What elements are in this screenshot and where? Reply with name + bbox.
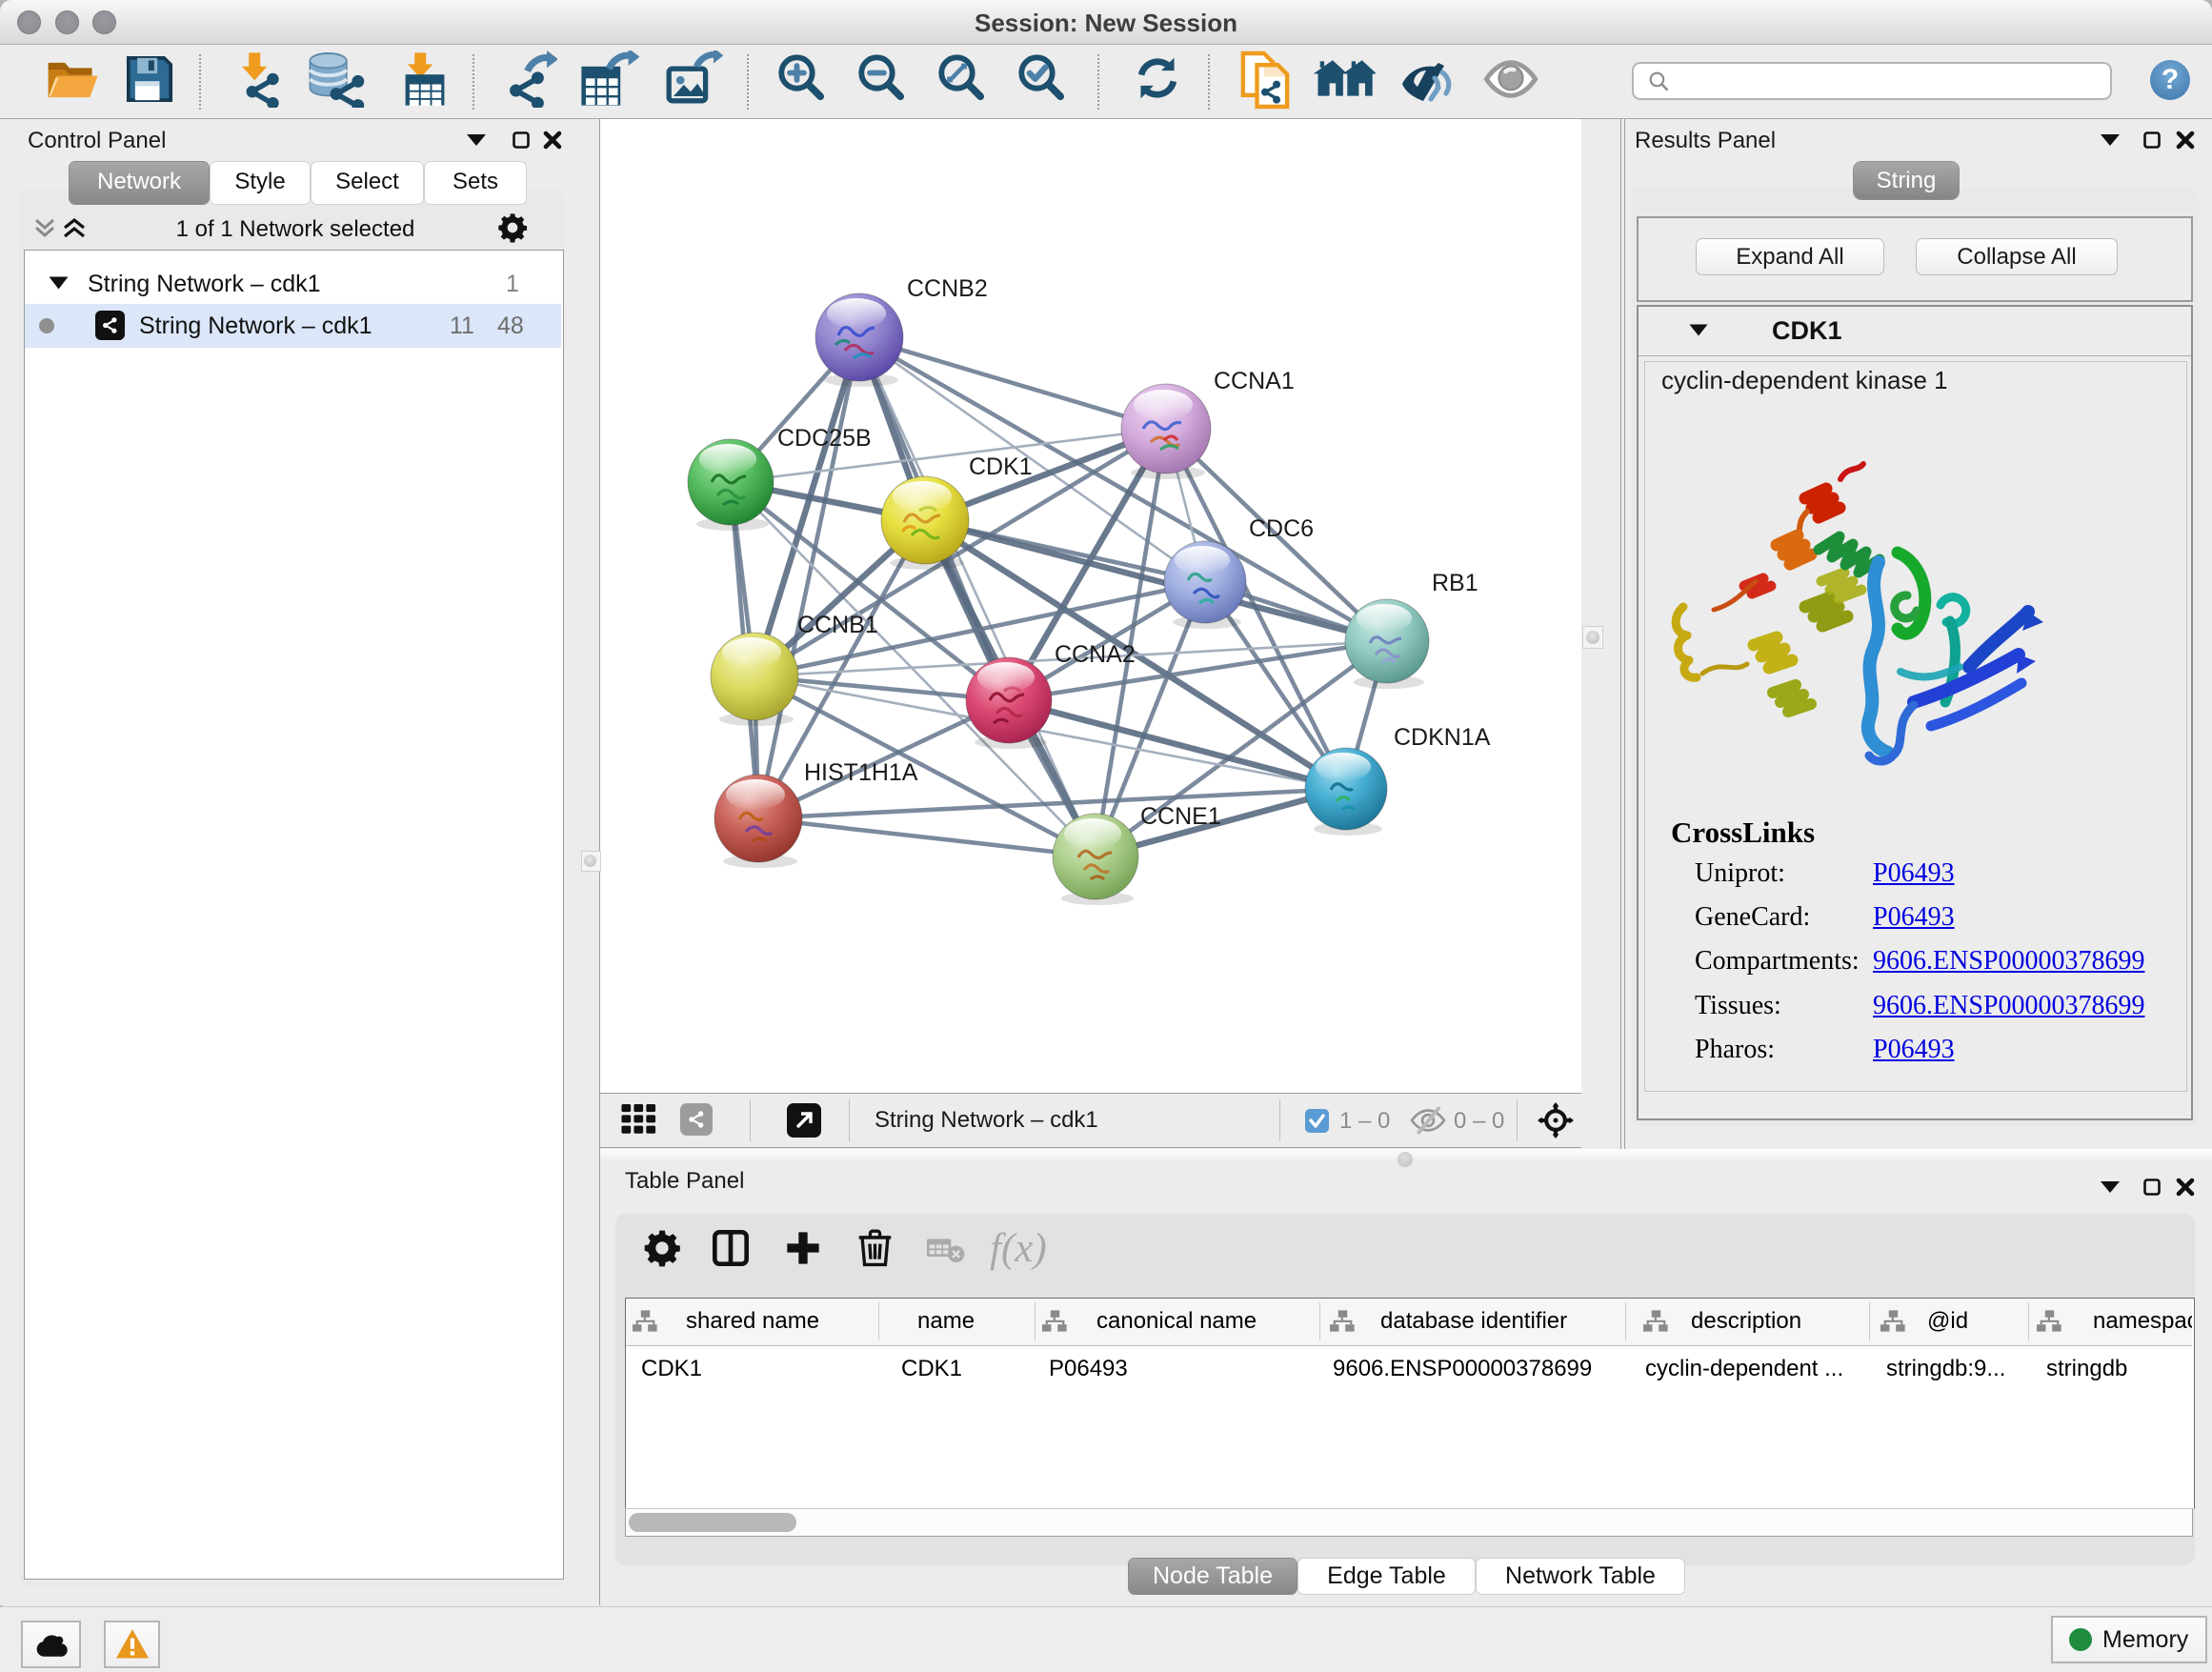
svg-text:CCNA1: CCNA1 xyxy=(1214,368,1295,394)
svg-text:CCNB1: CCNB1 xyxy=(797,612,878,638)
svg-text:HIST1H1A: HIST1H1A xyxy=(804,759,918,786)
svg-text:CDC25B: CDC25B xyxy=(777,425,872,452)
svg-text:CCNA2: CCNA2 xyxy=(1055,641,1136,668)
svg-text:CCNE1: CCNE1 xyxy=(1140,803,1221,830)
svg-text:CDC6: CDC6 xyxy=(1249,515,1314,542)
svg-text:RB1: RB1 xyxy=(1432,570,1478,596)
svg-text:CDK1: CDK1 xyxy=(969,453,1033,480)
svg-text:CCNB2: CCNB2 xyxy=(907,275,988,302)
svg-text:CDKN1A: CDKN1A xyxy=(1394,724,1491,751)
